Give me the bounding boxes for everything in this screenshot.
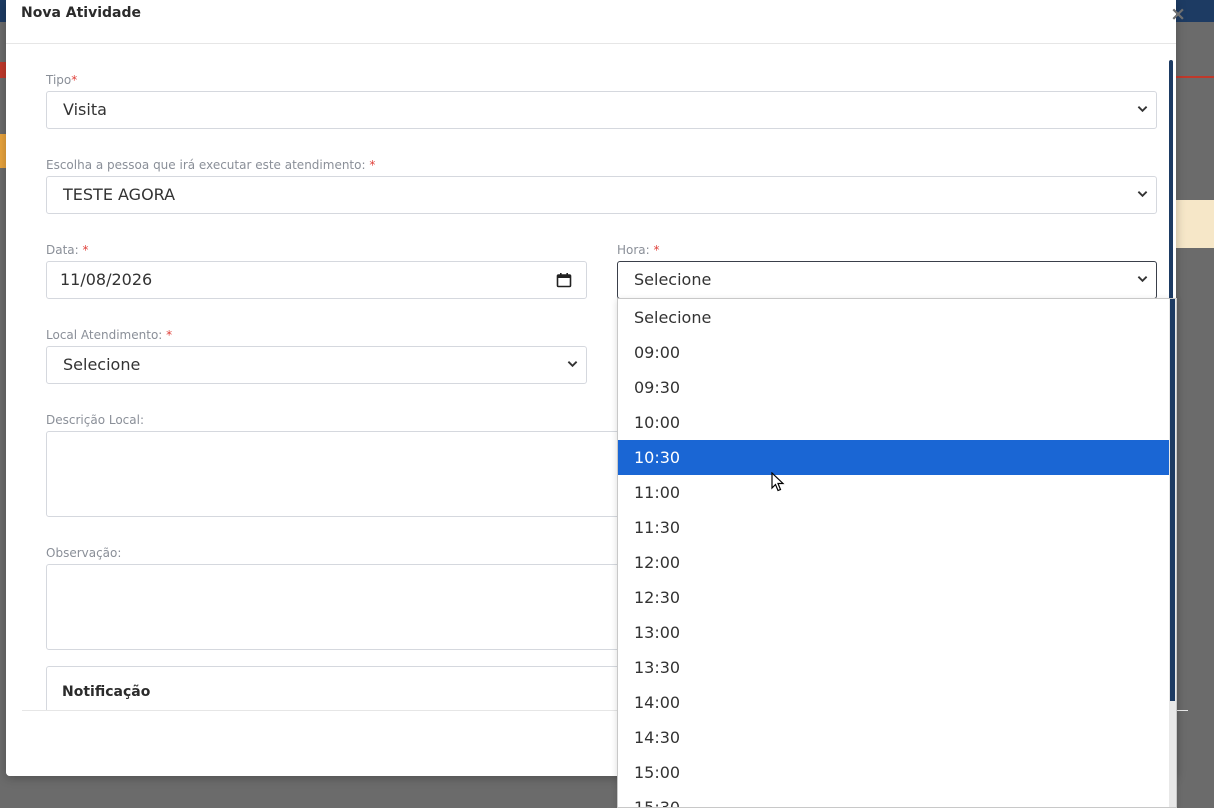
chevron-down-icon [1137, 191, 1148, 198]
local-select[interactable]: Selecione [46, 346, 587, 384]
chevron-down-icon [1137, 106, 1148, 113]
hora-option[interactable]: 09:00 [618, 335, 1170, 370]
hora-option[interactable]: 13:30 [618, 650, 1170, 685]
dropdown-scrollbar-thumb[interactable] [1170, 299, 1175, 701]
tipo-select[interactable]: Visita [46, 91, 1157, 129]
background-fragment [1176, 200, 1214, 248]
observacao-textarea[interactable] [46, 564, 646, 650]
hora-label: Hora: * [617, 243, 660, 257]
observacao-label: Observação: [46, 546, 122, 560]
notificacao-title: Notificação [62, 684, 151, 700]
required-mark: * [369, 158, 376, 172]
hora-select-value: Selecione [634, 270, 712, 289]
pessoa-label: Escolha a pessoa que irá executar este a… [46, 158, 376, 172]
hora-option[interactable]: 12:30 [618, 580, 1170, 615]
hora-option[interactable]: Selecione [618, 300, 1170, 335]
hora-option[interactable]: 14:00 [618, 685, 1170, 720]
hora-option[interactable]: 11:30 [618, 510, 1170, 545]
local-label: Local Atendimento: * [46, 328, 173, 342]
required-mark: * [71, 73, 78, 87]
modal-title: Nova Atividade [21, 5, 142, 21]
modal-header: Nova Atividade × [6, 0, 1186, 44]
hora-dropdown-list[interactable]: Selecione 09:00 09:30 10:00 10:30 11:00 11:30 1… [617, 298, 1177, 808]
hora-option[interactable]: 10:00 [618, 405, 1170, 440]
mouse-cursor-icon [771, 472, 785, 492]
hora-option[interactable]: 14:30 [618, 720, 1170, 755]
data-label: Data: * [46, 243, 89, 257]
data-value: 11/08/2026 [60, 270, 153, 289]
hora-option[interactable]: 10:30 [618, 440, 1170, 475]
background-fragment [1176, 62, 1214, 78]
descricao-textarea[interactable] [46, 431, 646, 517]
tipo-select-value: Visita [63, 100, 107, 119]
close-button[interactable]: × [1170, 3, 1186, 25]
hora-option[interactable]: 15:30 [618, 790, 1170, 807]
hora-option[interactable]: 11:00 [618, 475, 1170, 510]
descricao-label: Descrição Local: [46, 413, 144, 427]
required-mark: * [166, 328, 173, 342]
required-mark: * [82, 243, 89, 257]
hora-option[interactable]: 13:00 [618, 615, 1170, 650]
hora-option[interactable]: 09:30 [618, 370, 1170, 405]
chevron-down-icon [567, 361, 578, 368]
pessoa-select-value: TESTE AGORA [63, 185, 176, 204]
hora-select[interactable]: Selecione [617, 261, 1157, 299]
hora-option[interactable]: 12:00 [618, 545, 1170, 580]
calendar-icon[interactable] [556, 272, 572, 288]
hora-option[interactable]: 15:00 [618, 755, 1170, 790]
data-date-input[interactable]: 11/08/2026 [46, 261, 587, 299]
local-select-value: Selecione [63, 355, 141, 374]
tipo-label: Tipo* [46, 73, 78, 87]
required-mark: * [653, 243, 660, 257]
chevron-down-icon [1137, 276, 1148, 283]
pessoa-select[interactable]: TESTE AGORA [46, 176, 1157, 214]
